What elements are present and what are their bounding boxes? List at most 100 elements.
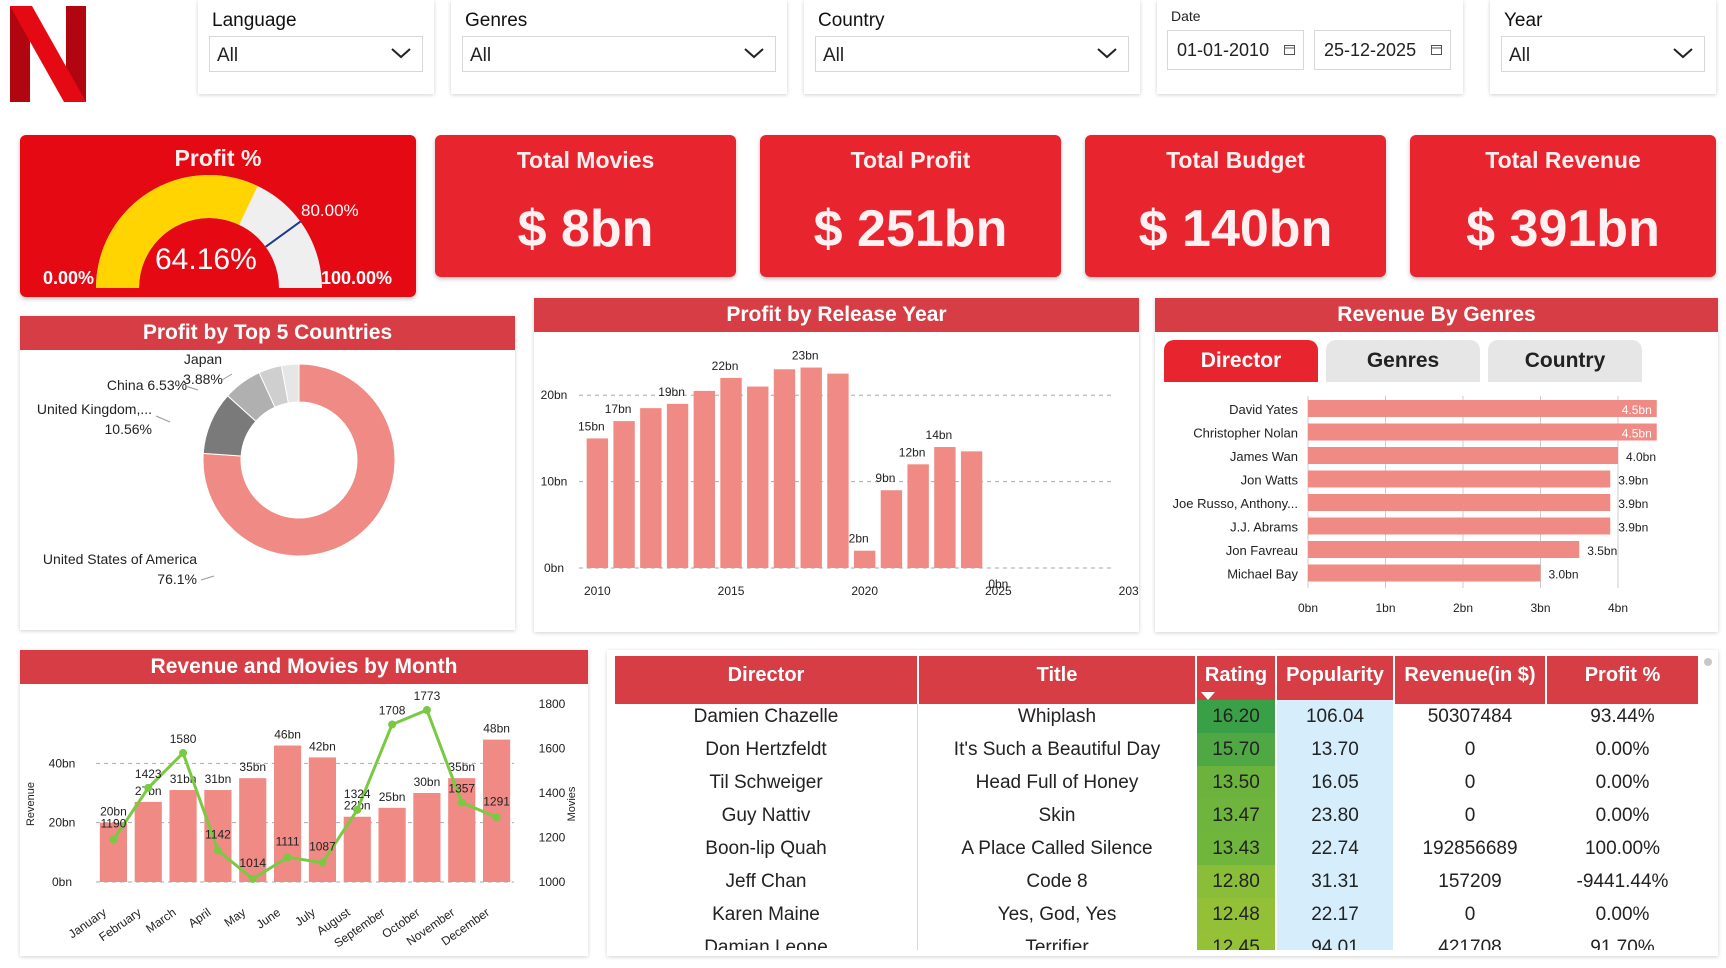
start-date-value: 01-01-2010 [1177,40,1270,60]
bar-data-label: 12bn [899,445,926,459]
tab-genres[interactable]: Genres [1326,340,1480,382]
y2-tick-label: 1400 [539,786,566,800]
table-row[interactable]: Don Hertzfeldt It's Such a Beautiful Day 1… [615,733,1702,766]
genres-value: All [470,45,492,66]
start-date-input[interactable]: 01-01-2010 [1167,30,1304,70]
table-row[interactable]: Karen Maine Yes, God, Yes 12.48 22.17 0 0.00% [615,898,1702,931]
bar-data-label: 17bn [605,402,632,416]
genre-bar [1308,541,1580,558]
tab-director[interactable]: Director [1164,340,1318,382]
bar-data-label: 3.9bn [1618,521,1648,535]
movies-point [109,835,118,844]
year-bar [853,550,876,568]
genre-bar [1308,423,1657,441]
year-bar [586,438,609,568]
table-body: Damien Chazelle Whiplash 16.20 106.04 503074… [615,700,1702,950]
bar-data-label: 30bn [414,775,441,789]
year-bar [907,464,929,568]
total-budget-card: Total Budget $ 140bn [1085,135,1386,277]
profit-cell: -9441.44% [1576,871,1669,892]
y2-axis-title: Movies [566,786,578,821]
line-data-label: 1014 [239,856,266,870]
profit-cell: 0.00% [1595,739,1650,760]
x-tick-label: 2bn [1453,601,1473,615]
col-title-header[interactable]: Title [919,656,1197,704]
end-date-input[interactable]: 25-12-2025 [1314,30,1451,70]
kpi-title: Total Movies [516,147,655,173]
slice-label: United Kingdom,... [37,401,152,417]
table-row[interactable]: Damien Chazelle Whiplash 16.20 106.04 503074… [615,700,1702,733]
title-cell: Skin [1038,805,1076,826]
year-dropdown[interactable]: All [1501,36,1705,72]
x-tick-label: May [222,905,249,929]
popularity-cell: 22.74 [1277,832,1393,865]
x-tick-label: 1bn [1375,601,1395,615]
year-bar [747,386,769,568]
rating-cell: 13.47 [1197,799,1275,832]
line-data-label: 1357 [448,782,475,796]
profit-countries-panel: Profit by Top 5 Countries United States … [20,316,515,630]
bar-data-label: 2bn [849,532,869,546]
language-dropdown[interactable]: All [209,36,423,72]
tab-country[interactable]: Country [1488,340,1642,382]
category-label: J.J. Abrams [1230,520,1298,535]
y-tick-label: 10bn [541,475,568,489]
director-cell: Damien Chazelle [693,706,839,727]
y-tick-label: 0bn [544,561,564,575]
col-revenue-header[interactable]: Revenue(in $) [1395,656,1547,704]
x-tick-label: July [292,905,318,929]
kpi-value: $ 140bn [1138,200,1333,258]
kpi-value: $ 8bn [517,200,654,258]
movies-point [353,805,362,814]
genre-bar [1308,447,1618,464]
line-data-label: 1190 [101,817,127,831]
chevron-down-icon [744,48,764,59]
bar-data-label: 15bn [578,419,605,433]
chevron-down-icon [391,48,411,59]
movies-point [213,846,222,855]
country-slicer: Country All [804,0,1140,94]
table-row[interactable]: Guy Nattiv Skin 13.47 23.80 0 0.00% [615,799,1702,832]
table-row[interactable]: Damian Leone Terrifier 12.45 94.01 421708 91.… [615,931,1702,950]
category-label: Jon Favreau [1226,543,1298,558]
col-popularity-header[interactable]: Popularity [1277,656,1395,704]
profit-year-panel: Profit by Release Year 0bn 10bn 20bn 15bn 17… [534,298,1139,632]
col-rating-header[interactable]: Rating [1197,656,1277,704]
panel-title: Profit by Release Year [534,298,1139,332]
revenue-cell: 192856689 [1422,838,1518,859]
bar-data-label: 14bn [926,428,953,442]
revenue-cell: 0 [1464,739,1476,760]
country-dropdown[interactable]: All [815,36,1129,72]
end-date-value: 25-12-2025 [1324,40,1417,60]
category-label: James Wan [1230,449,1298,464]
revenue-bar [99,822,128,882]
x-tick-label: 4bn [1608,601,1628,615]
leader-line [155,415,171,423]
table-row[interactable]: Til Schweiger Head Full of Honey 13.50 16.0… [615,766,1702,799]
scrollbar-thumb[interactable] [1704,658,1712,666]
rating-cell: 12.45 [1197,931,1275,950]
table-row[interactable]: Jeff Chan Code 8 12.80 31.31 157209 -9441.44% [615,865,1702,898]
director-cell: Don Hertzfeldt [705,739,827,760]
table-row[interactable]: Boon-lip Quah A Place Called Silence 13.43… [615,832,1702,865]
panel-title: Revenue By Genres [1155,298,1718,332]
profit-cell: 0.00% [1595,805,1650,826]
col-director-header[interactable]: Director [615,656,919,704]
title-cell: Yes, God, Yes [997,904,1117,925]
genres-dropdown[interactable]: All [462,36,776,72]
bar-data-label: 48bn [483,722,510,736]
x-tick-label: April [186,905,214,930]
y-tick-label: 40bn [49,756,76,770]
chevron-down-icon [1673,48,1693,59]
slice-pct-label: 10.56% [105,421,152,437]
genre-bar [1308,494,1611,511]
country-label: Country [818,10,885,31]
slice-label: United States of America [43,551,197,567]
movies-point [283,853,292,862]
kpi-title: Total Profit [850,147,971,173]
category-label: Jon Watts [1241,473,1299,488]
col-profit-header[interactable]: Profit % [1547,656,1700,704]
genre-bar [1308,564,1541,582]
bar-data-label: 35bn [239,760,266,774]
popularity-cell: 16.05 [1277,766,1393,799]
